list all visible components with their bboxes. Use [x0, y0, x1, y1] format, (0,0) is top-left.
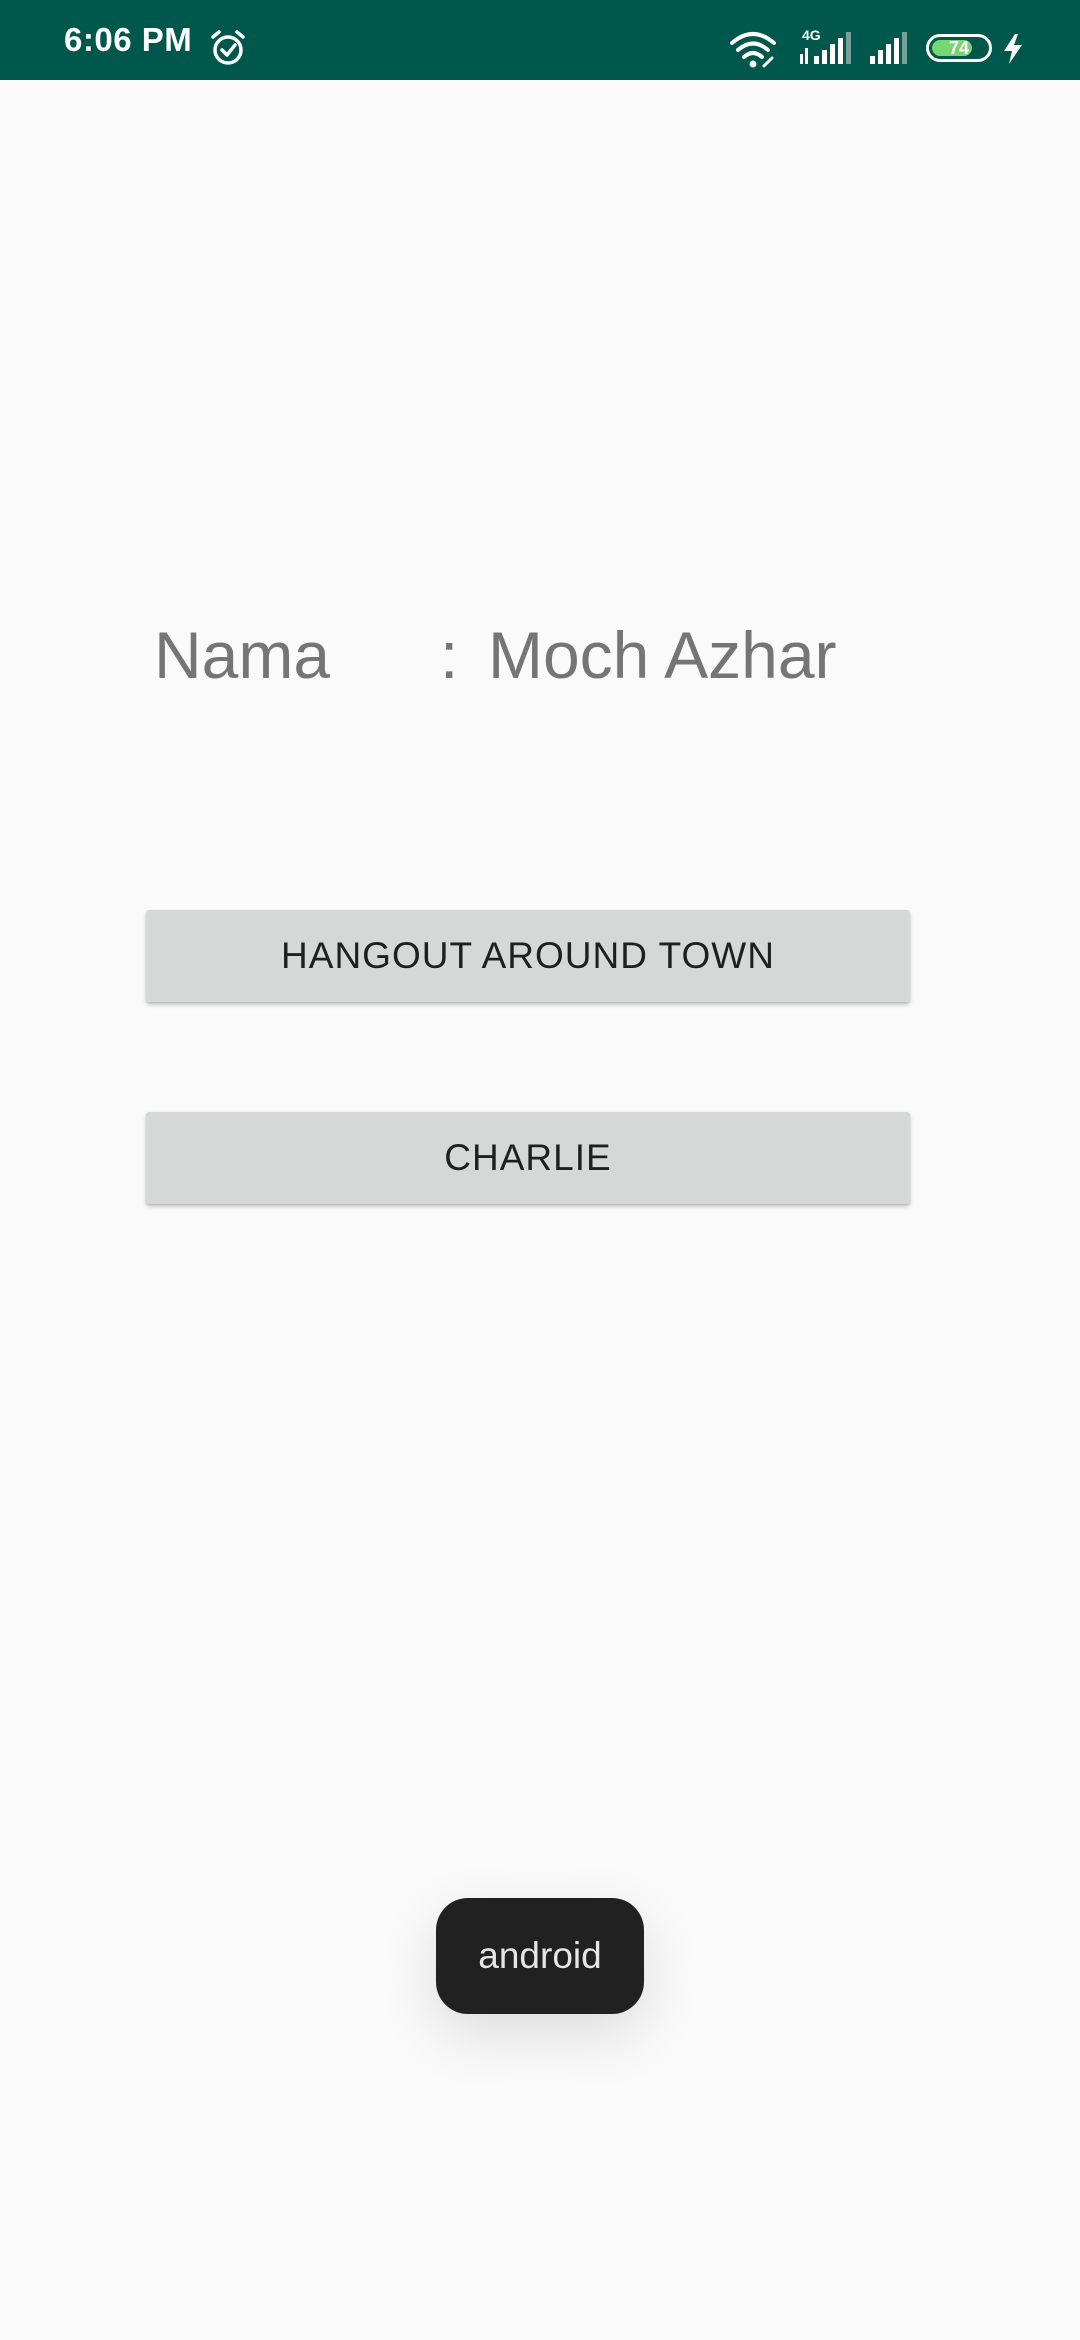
cell-signal-icon — [870, 32, 907, 64]
charlie-button[interactable]: CHARLIE — [146, 1112, 910, 1204]
battery-icon: 74 — [926, 34, 992, 62]
name-value: Moch Azhar — [488, 618, 837, 692]
name-label: Nama — [154, 618, 331, 692]
alarm-icon — [211, 30, 245, 65]
status-time: 6:06 PM — [64, 21, 193, 58]
cell-signal-icon — [800, 32, 851, 64]
status-bar: 6:06 PM 4G 74 — [0, 0, 1080, 80]
hangout-around-town-button[interactable]: HANGOUT AROUND TOWN — [146, 910, 910, 1002]
wifi-icon — [730, 32, 776, 68]
battery-level-text: 74 — [948, 38, 970, 58]
name-separator: : — [440, 618, 459, 692]
charging-icon — [1004, 34, 1022, 64]
toast-message: android — [436, 1898, 644, 2014]
